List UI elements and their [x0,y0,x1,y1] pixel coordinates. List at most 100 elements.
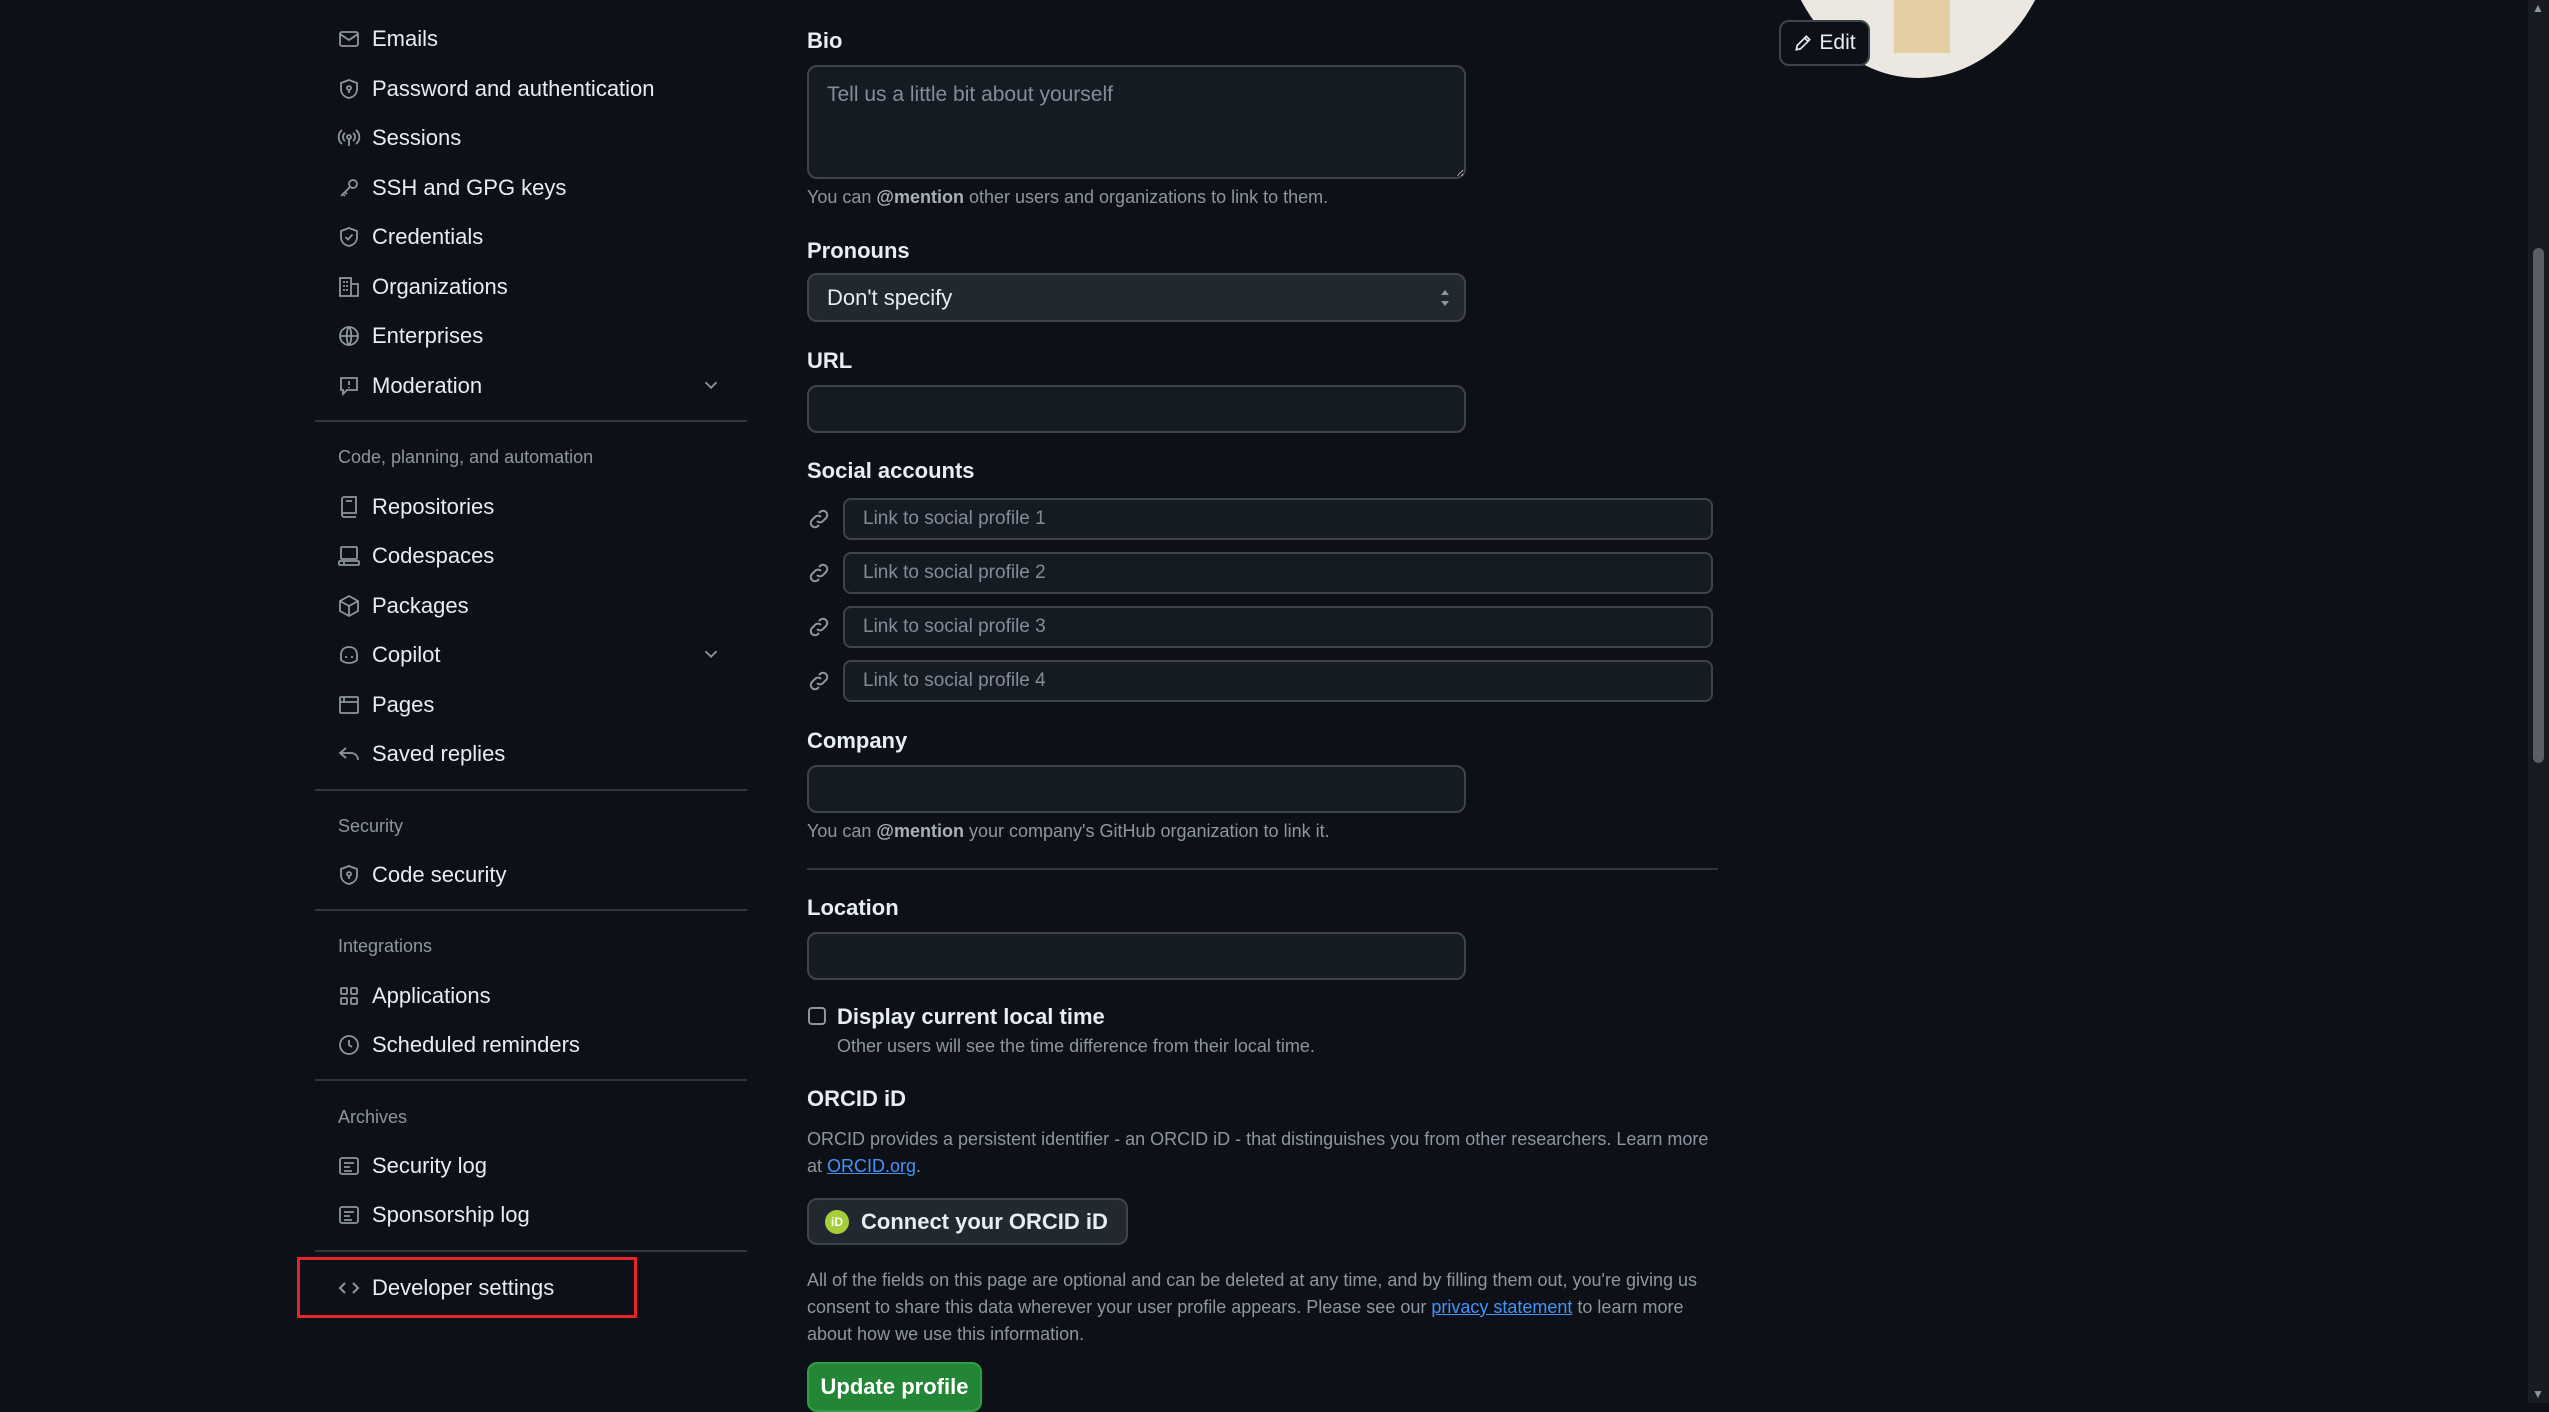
privacy-disclaimer: All of the fields on this page are optio… [807,1270,1697,1344]
sidebar-section-heading: Archives [338,1107,408,1127]
privacy-statement-link[interactable]: privacy statement [1431,1297,1572,1317]
link-icon [809,671,829,691]
sidebar-item-label: Enterprises [372,323,484,348]
scroll-down-arrow-icon[interactable]: ▼ [2532,1388,2544,1400]
codespaces-icon [336,543,362,569]
shield-lock-icon [336,862,362,888]
globe-icon [336,323,362,349]
sidebar-item-label: Emails [372,26,439,51]
sidebar-item-label: Sponsorship log [372,1202,530,1227]
sidebar-item-moderation[interactable]: Moderation [336,364,746,408]
url-label: URL [807,348,853,373]
log-icon [336,1153,362,1179]
chevron-down-icon[interactable] [700,374,722,396]
shield-check-icon [336,224,362,250]
organization-icon [336,274,362,300]
social-accounts-label: Social accounts [807,458,975,483]
sidebar-divider [315,909,747,911]
sidebar-item-codespaces[interactable]: Codespaces [336,534,746,578]
sidebar-item-label: Sessions [372,125,462,150]
sidebar-item-label: Credentials [372,224,484,249]
sidebar-item-copilot[interactable]: Copilot [336,633,746,677]
bio-label: Bio [807,28,843,53]
scroll-up-arrow-icon[interactable]: ▲ [2532,2,2544,14]
sidebar-item-label: Moderation [372,373,483,398]
bio-textarea[interactable] [807,65,1466,179]
scrollbar-thumb[interactable] [2533,248,2544,763]
social-account-row [807,606,1713,648]
sidebar-divider [315,1250,747,1252]
orcid-org-link[interactable]: ORCID.org [827,1156,916,1176]
report-icon [336,373,362,399]
orcid-label: ORCID iD [807,1086,906,1111]
sidebar-item-label: Organizations [372,274,508,299]
sidebar-section-heading: Integrations [338,936,433,956]
highlight-annotation [297,1257,637,1318]
sidebar-item-ssh-gpg-keys[interactable]: SSH and GPG keys [336,166,746,210]
sidebar-item-password[interactable]: Password and authentication [336,67,746,111]
sidebar-item-enterprises[interactable]: Enterprises [336,314,746,358]
display-local-time-checkbox[interactable] [808,1007,826,1025]
sidebar-item-label: Pages [372,692,435,717]
sidebar-item-emails[interactable]: Emails [336,17,746,61]
location-input[interactable] [807,932,1466,980]
sidebar-item-label: Codespaces [372,543,495,568]
broadcast-icon [336,125,362,151]
display-local-time-label[interactable]: Display current local time [837,1004,1105,1030]
sidebar-item-packages[interactable]: Packages [336,584,746,628]
social-profile-1-input[interactable] [843,498,1713,540]
social-profile-2-input[interactable] [843,552,1713,594]
mail-icon [336,26,362,52]
sidebar-item-label: Code security [372,862,507,887]
sidebar-item-repositories[interactable]: Repositories [336,485,746,529]
sidebar-item-organizations[interactable]: Organizations [336,265,746,309]
section-divider [807,868,1718,870]
update-profile-button[interactable]: Update profile [807,1362,982,1412]
reply-icon [336,741,362,767]
sidebar-section-heading: Security [338,816,404,836]
edit-avatar-button[interactable]: Edit [1779,20,1870,66]
clock-icon [336,1032,362,1058]
pronouns-label: Pronouns [807,238,910,263]
link-icon [809,509,829,529]
company-input[interactable] [807,765,1466,813]
sidebar-item-credentials[interactable]: Credentials [336,215,746,259]
sidebar-item-sponsorship-log[interactable]: Sponsorship log [336,1193,746,1237]
company-help-text: You can @mention your company's GitHub o… [807,821,1330,841]
sidebar-item-label: SSH and GPG keys [372,175,567,200]
bio-help-text: You can @mention other users and organiz… [807,187,1329,207]
sidebar-section-heading: Code, planning, and automation [338,447,594,467]
social-account-row [807,498,1713,540]
sidebar-item-label: Copilot [372,642,441,667]
sidebar-item-pages[interactable]: Pages [336,683,746,727]
company-label: Company [807,728,908,753]
sidebar-item-label: Packages [372,593,469,618]
chevron-down-icon[interactable] [700,643,722,665]
sidebar-item-sessions[interactable]: Sessions [336,116,746,160]
orcid-logo-icon: iD [825,1209,849,1234]
browser-icon [336,692,362,718]
link-icon [809,617,829,637]
sidebar-item-label: Security log [372,1153,487,1178]
sidebar-item-security-log[interactable]: Security log [336,1144,746,1188]
sidebar-item-applications[interactable]: Applications [336,974,746,1018]
sidebar-item-scheduled-reminders[interactable]: Scheduled reminders [336,1023,746,1067]
copilot-icon [336,642,362,668]
sidebar-item-label: Password and authentication [372,76,655,101]
social-profile-3-input[interactable] [843,606,1713,648]
apps-icon [336,983,362,1009]
key-icon [336,175,362,201]
package-icon [336,593,362,619]
sidebar-item-label: Applications [372,983,491,1008]
sidebar-divider [315,1079,747,1081]
shield-lock-icon [336,76,362,102]
sidebar-item-saved-replies[interactable]: Saved replies [336,732,746,776]
sidebar-item-code-security[interactable]: Code security [336,853,746,897]
connect-orcid-button[interactable]: iD Connect your ORCID iD [807,1198,1128,1245]
social-account-row [807,660,1713,702]
log-icon [336,1202,362,1228]
social-profile-4-input[interactable] [843,660,1713,702]
url-input[interactable] [807,385,1466,433]
connect-orcid-label: Connect your ORCID iD [861,1208,1108,1234]
pronouns-select[interactable]: Don't specify [807,273,1466,322]
